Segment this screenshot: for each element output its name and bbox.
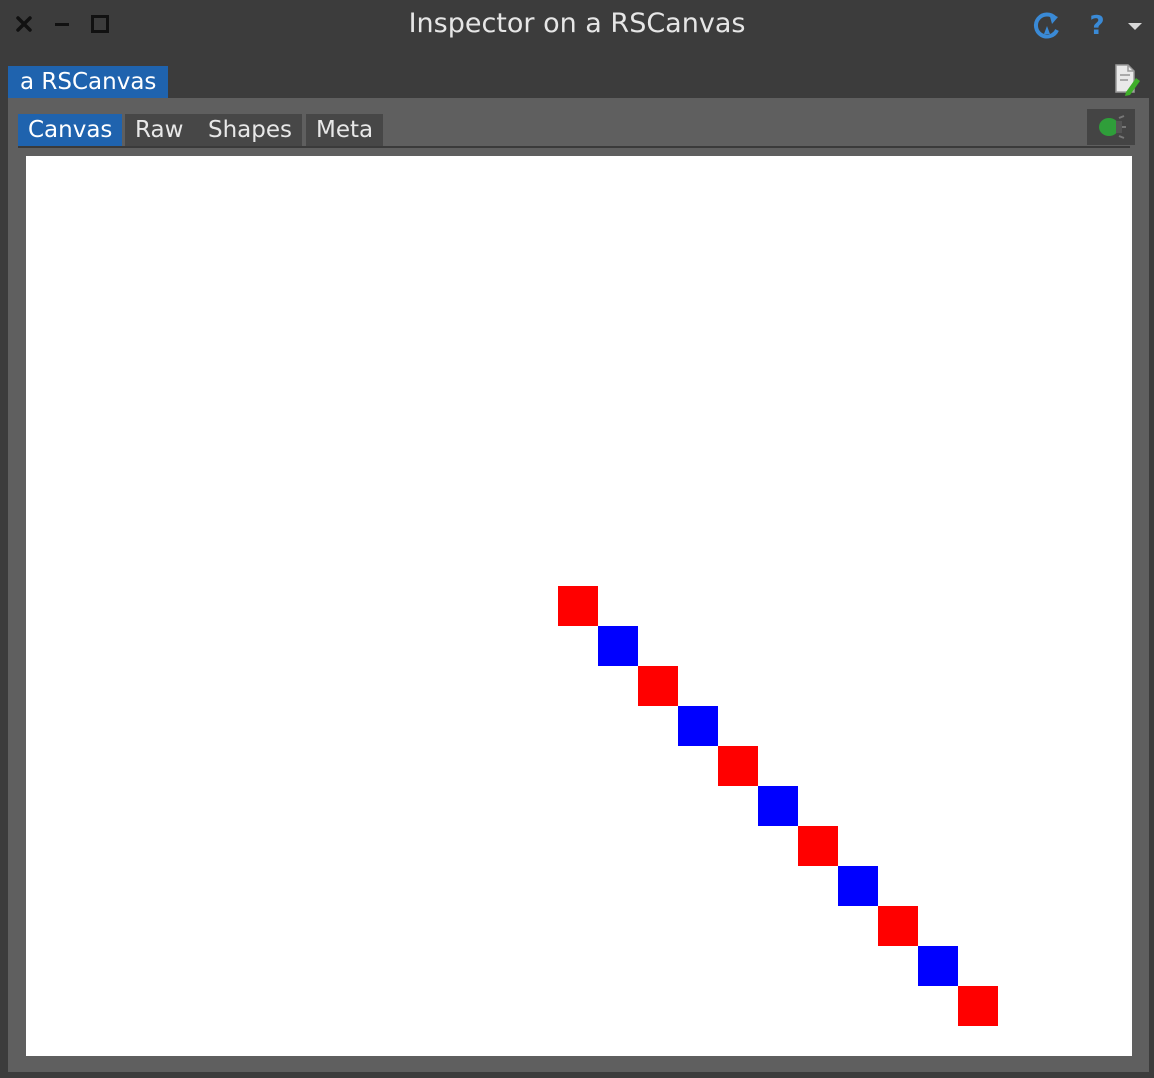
edit-icon[interactable] [1112, 62, 1142, 96]
canvas-square-red[interactable] [638, 666, 678, 706]
canvas-square-blue[interactable] [838, 866, 878, 906]
chevron-down-icon[interactable] [1124, 10, 1146, 42]
title-bar: Inspector on a RSCanvas ? [0, 0, 1154, 50]
object-tab[interactable]: a RSCanvas [8, 66, 169, 98]
tab-canvas[interactable]: Canvas [18, 114, 122, 146]
tab-meta[interactable]: Meta [306, 114, 383, 146]
tab-divider [18, 146, 1130, 148]
canvas-square-red[interactable] [718, 746, 758, 786]
canvas-drawing [558, 586, 998, 1026]
tab-shapes[interactable]: Shapes [198, 114, 302, 146]
object-tab-strip [0, 58, 1154, 98]
canvas-square-red[interactable] [558, 586, 598, 626]
canvas-square-red[interactable] [958, 986, 998, 1026]
canvas-square-blue[interactable] [758, 786, 798, 826]
canvas-square-red[interactable] [798, 826, 838, 866]
roassal-canvas[interactable] [26, 156, 1132, 1056]
help-button[interactable]: ? [1086, 10, 1108, 42]
debug-icon[interactable] [1087, 109, 1135, 145]
canvas-square-blue[interactable] [598, 626, 638, 666]
canvas-square-red[interactable] [878, 906, 918, 946]
refresh-icon[interactable] [1030, 10, 1064, 42]
inspector-panel: Canvas Raw Shapes Meta [8, 98, 1149, 1072]
canvas-square-blue[interactable] [918, 946, 958, 986]
canvas-square-blue[interactable] [678, 706, 718, 746]
window-title: Inspector on a RSCanvas [408, 8, 746, 39]
tab-raw[interactable]: Raw [125, 114, 199, 146]
